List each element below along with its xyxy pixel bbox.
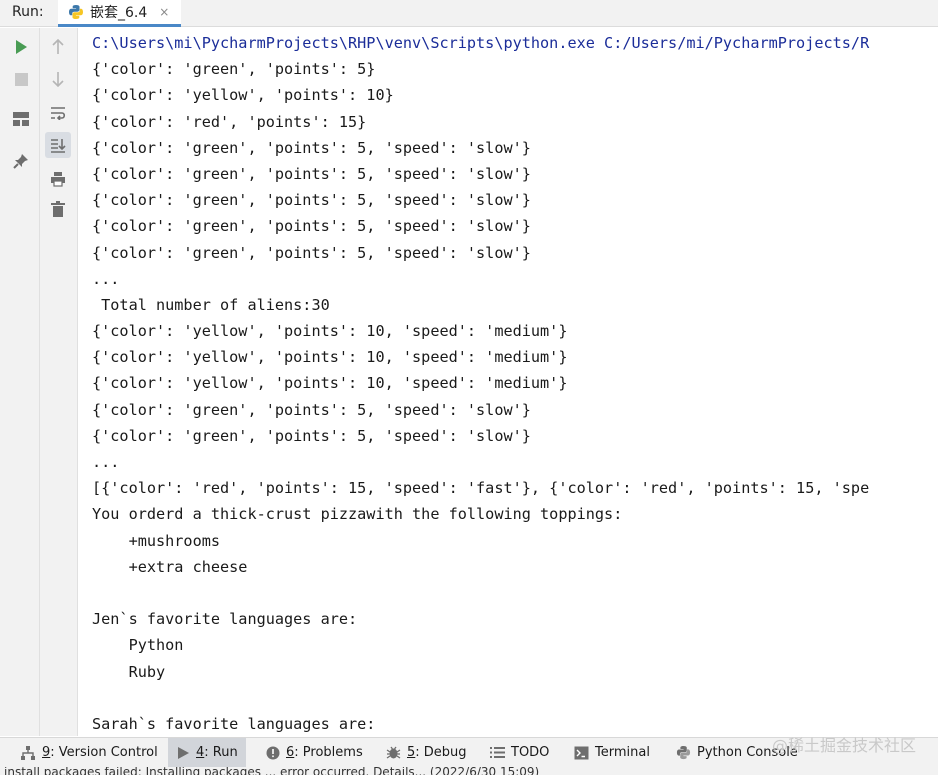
console-line: {'color': 'red', 'points': 15} [92,112,367,131]
print-icon[interactable] [45,166,71,192]
console-line: ... [92,453,120,471]
console-actions-toolbar [40,28,78,736]
tab-label: TODO [511,745,550,760]
console-line: Ruby [92,662,166,681]
console-line: {'color': 'green', 'points': 5} [92,60,376,79]
console-command-line: C:\Users\mi\PycharmProjects\RHP\venv\Scr… [92,34,870,52]
tab-label: : Run [204,745,238,760]
console-line: {'color': 'yellow', 'points': 10, 'speed… [92,374,568,393]
layout-icon[interactable] [8,106,34,132]
arrow-up-icon[interactable] [45,34,71,60]
console-line: Total number of aliens:30 [92,295,330,314]
console-line: {'color': 'yellow', 'points': 10, 'speed… [92,322,568,341]
scroll-to-end-icon[interactable] [45,132,71,158]
console-line: {'color': 'yellow', 'points': 10, 'speed… [92,348,568,367]
console-line: [{'color': 'red', 'points': 15, 'speed':… [92,479,870,498]
run-toolwindow-header: Run: 嵌套_6.4 × [0,0,938,27]
console-line: {'color': 'green', 'points': 5, 'speed':… [92,164,531,183]
console-line: {'color': 'green', 'points': 5, 'speed':… [92,191,531,210]
console-line: {'color': 'yellow', 'points': 10} [92,86,394,105]
run-config-tab-title: 嵌套_6.4 [90,5,148,21]
arrow-down-icon[interactable] [45,66,71,92]
run-tab-icon [178,746,189,759]
run-config-tab[interactable]: 嵌套_6.4 × [58,0,182,27]
tab-todo[interactable]: TODO [482,738,557,767]
run-label: Run: [12,4,44,20]
python-console-icon [676,745,691,760]
console-line: Jen`s favorite languages are: [92,610,358,629]
trash-icon[interactable] [45,196,71,222]
tab-debug[interactable]: 5: Debug [378,738,475,767]
console-line: +mushrooms [92,531,221,550]
tab-terminal[interactable]: Terminal [566,738,658,767]
close-tab-icon[interactable]: × [159,5,169,19]
problems-icon [266,746,280,759]
status-bar: install packages failed: Installing pack… [0,767,938,775]
tab-run[interactable]: 4: Run [168,738,246,767]
status-message[interactable]: install packages failed: Installing pack… [4,767,539,775]
console-output[interactable]: C:\Users\mi\PycharmProjects\RHP\venv\Scr… [92,30,938,736]
terminal-icon [574,746,589,759]
todo-icon [490,747,505,758]
tab-problems[interactable]: 6: Problems [258,738,371,767]
console-line: {'color': 'green', 'points': 5, 'speed':… [92,400,531,419]
console-line: {'color': 'green', 'points': 5, 'speed':… [92,217,531,236]
tab-label: : Problems [294,745,363,760]
debug-icon [386,746,401,759]
tab-version-control[interactable]: 9: Version Control [12,738,166,767]
console-line: {'color': 'green', 'points': 5, 'speed':… [92,426,531,445]
console-line: ... [92,269,120,288]
console-line: You orderd a thick-crust pizzawith the f… [92,505,623,524]
python-file-icon [69,5,83,19]
console-line: +extra cheese [92,557,248,576]
console-line: Python [92,636,184,655]
soft-wrap-icon[interactable] [45,100,71,126]
run-icon[interactable] [8,34,34,60]
version-control-icon [21,745,35,760]
console-line: {'color': 'green', 'points': 5, 'speed':… [92,138,531,157]
stop-icon[interactable] [8,66,34,92]
watermark: @稀土掘金技术社区 [771,736,916,755]
console-line: {'color': 'green', 'points': 5, 'speed':… [92,243,531,262]
tab-label: Terminal [595,745,650,760]
tab-label: : Version Control [50,745,158,760]
tab-label: : Debug [415,745,467,760]
run-actions-toolbar [0,28,40,736]
pin-icon[interactable] [8,148,34,174]
